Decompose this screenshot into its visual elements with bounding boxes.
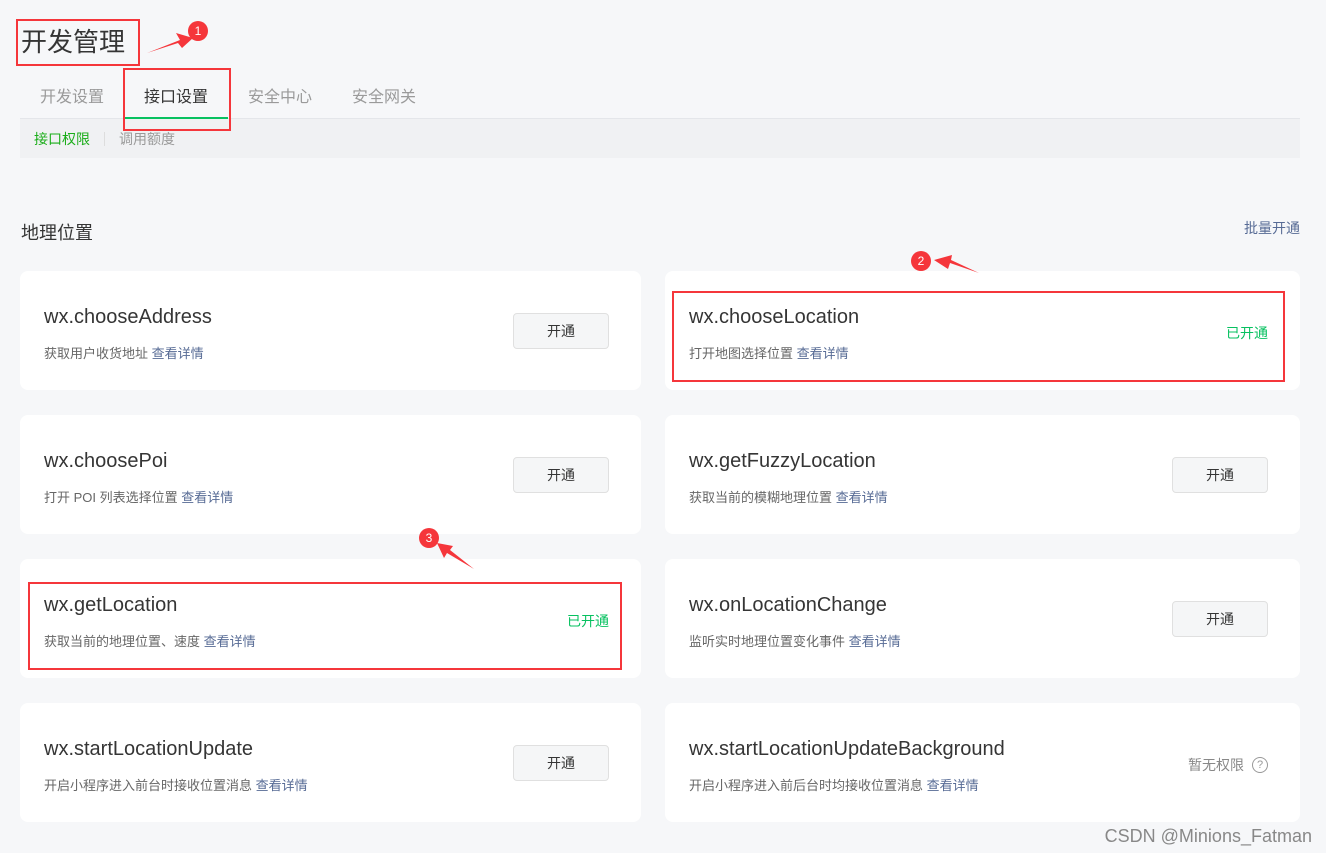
tab-dev-settings[interactable]: 开发设置 [20, 78, 124, 119]
tab-api-settings[interactable]: 接口设置 [124, 78, 229, 119]
enable-button[interactable]: 开通 [513, 745, 609, 781]
api-name: wx.choosePoi [44, 450, 168, 472]
api-description: 获取当前的模糊地理位置 查看详情 [689, 487, 888, 506]
batch-enable-link[interactable]: 批量开通 [1244, 218, 1300, 238]
sub-nav: 接口权限 调用额度 [20, 119, 1300, 158]
api-description-text: 打开地图选择位置 [689, 346, 794, 361]
enabled-status: 已开通 [1226, 325, 1268, 341]
no-permission-status: 暂无权限? [1188, 755, 1268, 775]
section-title: 地理位置 [21, 223, 93, 243]
api-description: 监听实时地理位置变化事件 查看详情 [689, 631, 901, 650]
divider [104, 131, 105, 146]
api-name: wx.startLocationUpdateBackground [689, 738, 1005, 760]
api-description: 开启小程序进入前台时接收位置消息 查看详情 [44, 775, 308, 794]
api-card: wx.getFuzzyLocation 获取当前的模糊地理位置 查看详情 开通 [665, 415, 1300, 534]
view-details-link[interactable]: 查看详情 [256, 778, 308, 793]
view-details-link[interactable]: 查看详情 [797, 346, 849, 361]
view-details-link[interactable]: 查看详情 [204, 634, 256, 649]
api-card: wx.choosePoi 打开 POI 列表选择位置 查看详情 开通 [20, 415, 641, 534]
subnav-api-permissions[interactable]: 接口权限 [34, 129, 90, 149]
api-name: wx.chooseAddress [44, 306, 212, 328]
api-name: wx.chooseLocation [689, 306, 860, 328]
api-description: 打开 POI 列表选择位置 查看详情 [44, 487, 233, 506]
api-description: 开启小程序进入前后台时均接收位置消息 查看详情 [689, 775, 979, 794]
api-description-text: 开启小程序进入前后台时均接收位置消息 [689, 778, 924, 793]
api-description-text: 监听实时地理位置变化事件 [689, 634, 846, 649]
api-description-text: 开启小程序进入前台时接收位置消息 [44, 778, 253, 793]
api-description-text: 获取用户收货地址 [44, 346, 149, 361]
api-description: 获取用户收货地址 查看详情 [44, 343, 204, 362]
annotation-badge: 2 [911, 251, 931, 271]
subnav-call-quota[interactable]: 调用额度 [119, 129, 175, 149]
view-details-link[interactable]: 查看详情 [836, 490, 888, 505]
api-description: 打开地图选择位置 查看详情 [689, 343, 849, 362]
tab-security-gateway[interactable]: 安全网关 [332, 78, 436, 119]
api-name: wx.getFuzzyLocation [689, 450, 876, 472]
help-icon[interactable]: ? [1252, 757, 1268, 773]
tab-bar: 开发设置 接口设置 安全中心 安全网关 [20, 78, 1300, 119]
enable-button[interactable]: 开通 [1172, 601, 1268, 637]
view-details-link[interactable]: 查看详情 [152, 346, 204, 361]
view-details-link[interactable]: 查看详情 [181, 490, 233, 505]
api-card: wx.chooseAddress 获取用户收货地址 查看详情 开通 [20, 271, 641, 390]
enabled-status: 已开通 [567, 613, 609, 629]
api-description: 获取当前的地理位置、速度 查看详情 [44, 631, 256, 650]
api-card: wx.onLocationChange 监听实时地理位置变化事件 查看详情 开通 [665, 559, 1300, 678]
api-name: wx.onLocationChange [689, 594, 887, 616]
annotation-badge: 1 [188, 21, 208, 41]
tab-security-center[interactable]: 安全中心 [228, 78, 332, 119]
view-details-link[interactable]: 查看详情 [849, 634, 901, 649]
enable-button[interactable]: 开通 [1172, 457, 1268, 493]
api-description-text: 打开 POI 列表选择位置 [44, 490, 178, 505]
enable-button[interactable]: 开通 [513, 457, 609, 493]
api-description-text: 获取当前的地理位置、速度 [44, 634, 201, 649]
api-name: wx.getLocation [44, 594, 178, 616]
view-details-link[interactable]: 查看详情 [927, 778, 979, 793]
api-card: wx.startLocationUpdateBackground 开启小程序进入… [665, 703, 1300, 822]
enable-button[interactable]: 开通 [513, 313, 609, 349]
watermark: CSDN @Minions_Fatman [1104, 826, 1312, 846]
api-card: wx.startLocationUpdate 开启小程序进入前台时接收位置消息 … [20, 703, 641, 822]
no-permission-label: 暂无权限 [1188, 757, 1244, 773]
api-card: wx.getLocation 获取当前的地理位置、速度 查看详情 已开通 [20, 559, 641, 678]
api-card: wx.chooseLocation 打开地图选择位置 查看详情 已开通 [665, 271, 1300, 390]
page-title: 开发管理 [21, 27, 126, 57]
annotation-badge: 3 [419, 528, 439, 548]
api-name: wx.startLocationUpdate [44, 738, 254, 760]
api-description-text: 获取当前的模糊地理位置 [689, 490, 833, 505]
